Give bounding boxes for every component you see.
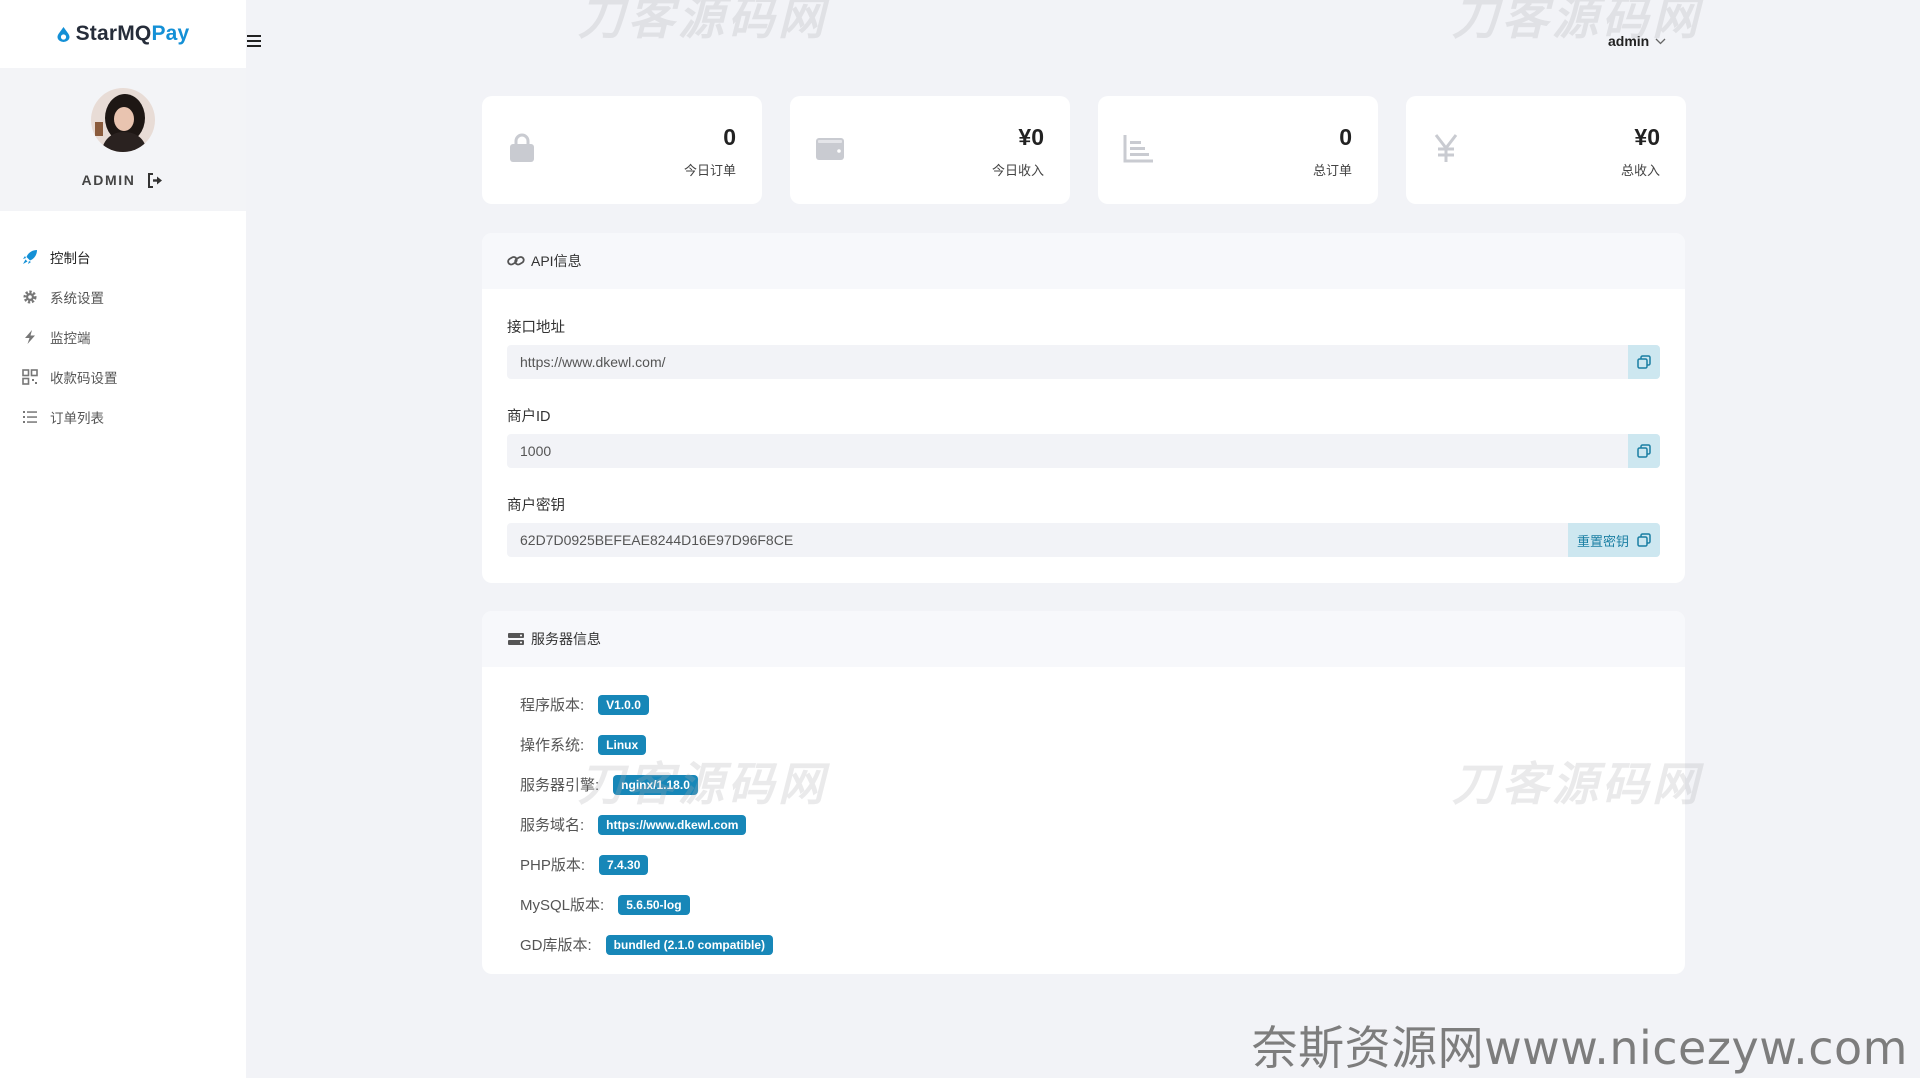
- sidebar-item-dashboard[interactable]: 控制台: [0, 237, 246, 277]
- stat-label: 今日订单: [683, 163, 736, 178]
- server-row-label: 操作系统:: [520, 737, 585, 754]
- user-row: ADMIN: [82, 172, 165, 188]
- server-row-gd: GD库版本: bundled (2.1.0 compatible): [520, 934, 774, 955]
- server-row-engine: 服务器引擎: nginx/1.18.0: [520, 774, 698, 795]
- user-name: ADMIN: [81, 172, 136, 188]
- merchant-field: 1000: [507, 434, 1660, 468]
- stat-card-today-income: ¥0 今日收入: [790, 96, 1070, 204]
- stat-label: 总订单: [1312, 163, 1352, 178]
- status-badge: 7.4.30: [599, 854, 649, 875]
- stat-card-total-income: ¥0 总收入: [1406, 96, 1686, 204]
- status-badge: bundled (2.1.0 compatible): [605, 934, 774, 955]
- chart-icon: [1123, 135, 1153, 163]
- sidebar-nav: 控制台 系统设置 监控端 收款码设置 订单列表: [0, 237, 246, 437]
- gear-icon: [22, 289, 38, 305]
- sidebar-item-label: 监控端: [50, 331, 91, 346]
- stat-card-total-orders: 0 总订单: [1098, 96, 1378, 204]
- bolt-icon: [22, 329, 38, 345]
- sidebar-item-label: 系统设置: [50, 291, 104, 306]
- drop-icon: [57, 26, 70, 42]
- server-row-domain: 服务域名: https://www.dkewl.com: [520, 814, 747, 835]
- server-row-label: PHP版本:: [520, 857, 586, 874]
- stat-card-today-orders: 0 今日订单: [482, 96, 762, 204]
- status-badge: nginx/1.18.0: [613, 774, 698, 795]
- copy-icon: [1637, 444, 1651, 458]
- endpoint-label: 接口地址: [507, 320, 565, 336]
- status-badge: V1.0.0: [598, 694, 649, 715]
- key-field: 62D7D0925BEFEAE8244D16E97D96F8CE 重置密钥: [507, 523, 1660, 557]
- sidebar-item-label: 订单列表: [50, 411, 104, 426]
- copy-icon: [1637, 355, 1651, 369]
- list-icon: [22, 409, 38, 425]
- sidebar-item-orders[interactable]: 订单列表: [0, 397, 246, 437]
- user-panel: ADMIN: [0, 68, 246, 211]
- copy-merchant-button[interactable]: [1628, 434, 1660, 468]
- sidebar-item-label: 收款码设置: [50, 371, 118, 386]
- menu-toggle-button[interactable]: [247, 35, 261, 47]
- footer-watermark: 奈斯资源网www.nicezyw.com: [1251, 1021, 1908, 1075]
- sidebar-item-settings[interactable]: 系统设置: [0, 277, 246, 317]
- api-info-title: API信息: [531, 253, 582, 269]
- copy-endpoint-button[interactable]: [1628, 345, 1660, 379]
- endpoint-value[interactable]: https://www.dkewl.com/: [507, 354, 1628, 370]
- user-menu-label: admin: [1608, 33, 1650, 49]
- copy-icon: [1637, 533, 1651, 547]
- server-row-php: PHP版本: 7.4.30: [520, 854, 649, 875]
- sidebar-item-monitor[interactable]: 监控端: [0, 317, 246, 357]
- server-row-os: 操作系统: Linux: [520, 734, 647, 755]
- server-info-title: 服务器信息: [531, 631, 601, 647]
- logout-icon[interactable]: [147, 172, 164, 188]
- avatar[interactable]: [91, 88, 155, 152]
- reset-key-label: 重置密钥: [1576, 533, 1629, 549]
- yen-icon: [1434, 134, 1458, 162]
- wallet-icon: [816, 138, 844, 160]
- reset-key-button[interactable]: 重置密钥: [1567, 523, 1660, 557]
- sidebar-item-qrcode[interactable]: 收款码设置: [0, 357, 246, 397]
- status-badge: https://www.dkewl.com: [598, 814, 747, 835]
- qrcode-icon: [22, 369, 38, 385]
- brand-name-part1: StarMQ: [75, 22, 152, 45]
- server-row-label: 服务器引擎:: [520, 777, 600, 794]
- user-menu[interactable]: admin: [1608, 33, 1666, 49]
- status-badge: 5.6.50-log: [618, 894, 690, 915]
- server-info-card: 服务器信息 程序版本: V1.0.0 操作系统: Linux 服务器引擎: ng…: [482, 611, 1685, 974]
- rocket-icon: [22, 249, 38, 265]
- brand-logo[interactable]: StarMQ Pay: [0, 0, 246, 68]
- server-row-label: 程序版本:: [520, 697, 585, 714]
- merchant-label: 商户ID: [507, 409, 551, 425]
- brand-name-part2: Pay: [151, 22, 190, 45]
- server-row-mysql: MySQL版本: 5.6.50-log: [520, 894, 690, 915]
- server-row-version: 程序版本: V1.0.0: [520, 694, 649, 715]
- key-label: 商户密钥: [507, 498, 565, 514]
- link-icon: [507, 256, 525, 266]
- server-icon: [508, 633, 524, 645]
- stat-value: ¥0: [1634, 124, 1660, 150]
- bag-icon: [510, 133, 534, 162]
- sidebar-item-label: 控制台: [50, 251, 91, 266]
- server-row-label: GD库版本:: [520, 937, 592, 954]
- stat-label: 总收入: [1620, 163, 1660, 178]
- endpoint-field: https://www.dkewl.com/: [507, 345, 1660, 379]
- api-info-card: API信息 接口地址 https://www.dkewl.com/ 商户ID 1…: [482, 233, 1685, 583]
- watermark: 刀客源码网: [578, 0, 828, 45]
- key-value[interactable]: 62D7D0925BEFEAE8244D16E97D96F8CE: [507, 532, 1568, 548]
- stat-label: 今日收入: [991, 163, 1044, 178]
- api-info-header: API信息: [482, 233, 1685, 289]
- server-info-header: 服务器信息: [482, 611, 1685, 667]
- stats-row: 0 今日订单 ¥0 今日收入 0 总订单 ¥0 总收入: [482, 96, 1686, 204]
- stat-value: 0: [723, 124, 736, 150]
- stat-value: ¥0: [1018, 124, 1044, 150]
- merchant-value[interactable]: 1000: [507, 443, 1628, 459]
- sidebar: StarMQ Pay ADMIN 控制台 系统设置 监控端 收款码设置 订单列表: [0, 0, 246, 1078]
- stat-value: 0: [1339, 124, 1352, 150]
- server-row-label: MySQL版本:: [520, 897, 605, 914]
- server-row-label: 服务域名:: [520, 817, 585, 834]
- status-badge: Linux: [598, 734, 647, 755]
- chevron-down-icon: [1655, 38, 1666, 44]
